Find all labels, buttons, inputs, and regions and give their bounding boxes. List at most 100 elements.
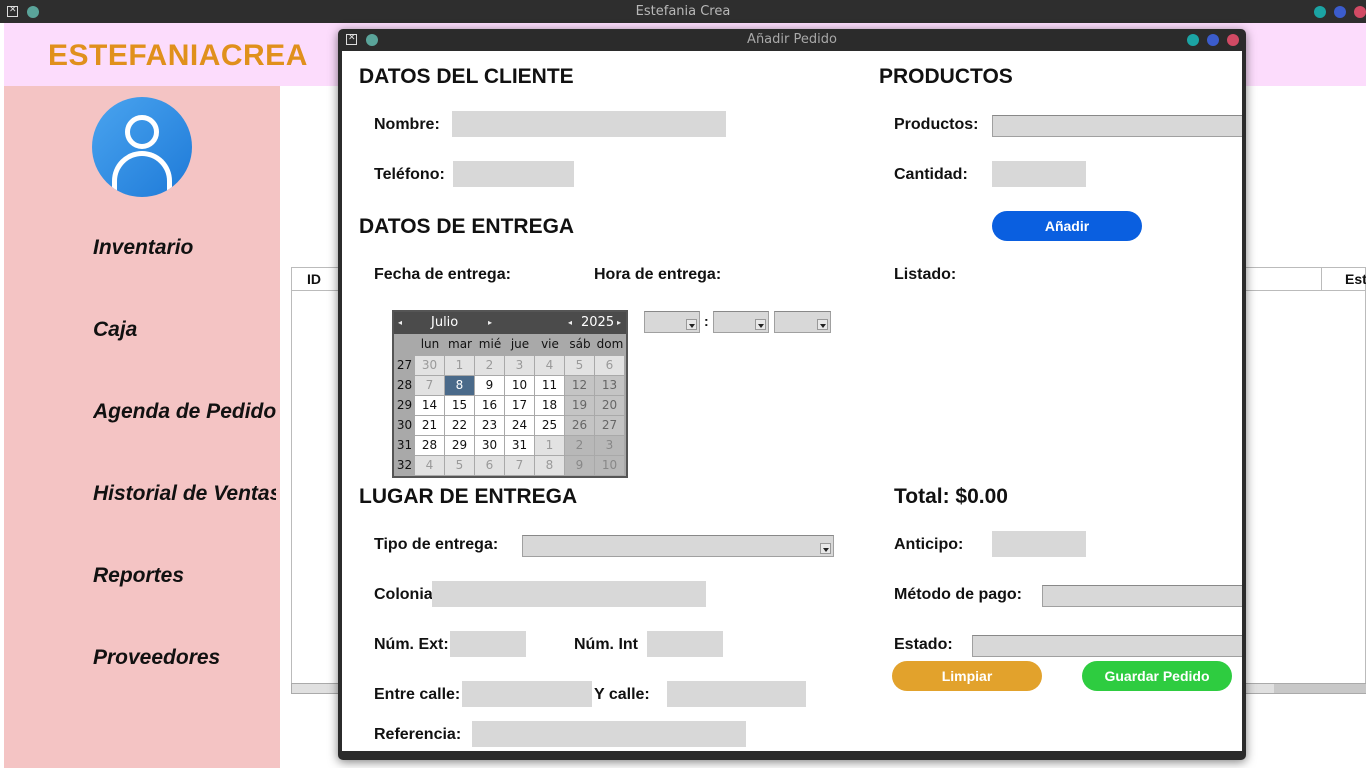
entre-calle-label: Entre calle: xyxy=(374,686,461,703)
dialog-maximize-icon[interactable] xyxy=(1207,34,1219,46)
window-close-dot-icon[interactable] xyxy=(1354,6,1366,18)
calendar-day[interactable]: 30 xyxy=(415,356,444,375)
entre-calle-input[interactable] xyxy=(462,681,592,707)
calendar-day[interactable]: 2 xyxy=(475,356,504,375)
calendar-day[interactable]: 10 xyxy=(505,376,534,395)
prev-year-icon[interactable]: ◂ xyxy=(568,318,572,327)
calendar-day[interactable]: 5 xyxy=(565,356,594,375)
next-month-icon[interactable]: ▸ xyxy=(488,318,492,327)
nav-caja[interactable]: Caja xyxy=(93,318,276,342)
calendar-day[interactable]: 1 xyxy=(535,436,564,455)
table-header-id[interactable]: ID xyxy=(307,271,321,287)
metodo-pago-label: Método de pago: xyxy=(894,586,1022,603)
calendar-day[interactable]: 13 xyxy=(595,376,624,395)
calendar-day[interactable]: 3 xyxy=(505,356,534,375)
nombre-input[interactable] xyxy=(452,111,726,137)
dialog-minimize-icon[interactable] xyxy=(1187,34,1199,46)
calendar-day[interactable]: 29 xyxy=(445,436,474,455)
calendar-day[interactable]: 26 xyxy=(565,416,594,435)
calendar-day[interactable]: 14 xyxy=(415,396,444,415)
calendar-day[interactable]: 19 xyxy=(565,396,594,415)
calendar-day[interactable]: 18 xyxy=(535,396,564,415)
window-minimize-icon[interactable] xyxy=(1314,6,1326,18)
calendar-day[interactable]: 7 xyxy=(415,376,444,395)
listado-label: Listado: xyxy=(894,266,957,283)
y-calle-input[interactable] xyxy=(667,681,806,707)
calendar-day[interactable]: 6 xyxy=(595,356,624,375)
calendar-day[interactable]: 7 xyxy=(505,456,534,475)
referencia-label: Referencia: xyxy=(374,726,462,743)
telefono-input[interactable] xyxy=(453,161,574,187)
telefono-label: Teléfono: xyxy=(374,166,445,183)
calendar-day[interactable]: 30 xyxy=(475,436,504,455)
dialog-content: DATOS DEL CLIENTE Nombre: Teléfono: DATO… xyxy=(342,51,1242,751)
calendar-day[interactable]: 22 xyxy=(445,416,474,435)
cantidad-input[interactable] xyxy=(992,161,1086,187)
colonia-input[interactable] xyxy=(432,581,706,607)
colonia-label: Colonia xyxy=(374,586,433,603)
minuto-combo[interactable] xyxy=(713,311,769,333)
calendar-day[interactable]: 10 xyxy=(595,456,624,475)
calendar-day[interactable]: 6 xyxy=(475,456,504,475)
hora-separator: : xyxy=(704,313,709,329)
num-ext-input[interactable] xyxy=(450,631,526,657)
window-maximize-icon[interactable] xyxy=(1334,6,1346,18)
calendar-day[interactable]: 31 xyxy=(505,436,534,455)
num-int-input[interactable] xyxy=(647,631,723,657)
prev-month-icon[interactable]: ◂ xyxy=(398,318,402,327)
section-productos: PRODUCTOS xyxy=(879,65,1013,88)
dialog-title: Añadir Pedido xyxy=(747,32,837,47)
hora-combo[interactable] xyxy=(644,311,700,333)
calendar-day[interactable]: 25 xyxy=(535,416,564,435)
calendar-day[interactable]: 21 xyxy=(415,416,444,435)
nav-reportes[interactable]: Reportes xyxy=(93,564,276,588)
calendar-day[interactable]: 12 xyxy=(565,376,594,395)
nav-agenda-pedidos[interactable]: Agenda de Pedidos xyxy=(93,400,276,424)
chevron-down-icon xyxy=(755,319,766,330)
guardar-pedido-button[interactable]: Guardar Pedido xyxy=(1082,661,1232,691)
calendar-day[interactable]: 4 xyxy=(415,456,444,475)
num-int-label: Núm. Int xyxy=(574,636,638,653)
calendar-day[interactable]: 3 xyxy=(595,436,624,455)
next-year-icon[interactable]: ▸ xyxy=(617,318,621,327)
calendar-day[interactable]: 28 xyxy=(415,436,444,455)
calendar-day[interactable]: 17 xyxy=(505,396,534,415)
calendar-day[interactable]: 5 xyxy=(445,456,474,475)
calendar-week-number: 30 xyxy=(396,418,413,432)
calendar-day[interactable]: 9 xyxy=(475,376,504,395)
date-calendar[interactable]: ◂ Julio ▸ ◂ 2025 ▸ lun mar mié jue vie sáb dom… xyxy=(392,310,628,478)
table-header-estado[interactable]: Est xyxy=(1345,271,1366,287)
calendar-day[interactable]: 27 xyxy=(595,416,624,435)
referencia-input[interactable] xyxy=(472,721,746,747)
calendar-day[interactable]: 23 xyxy=(475,416,504,435)
ampm-combo[interactable] xyxy=(774,311,831,333)
calendar-day[interactable]: 8 xyxy=(445,376,474,395)
anticipo-input[interactable] xyxy=(992,531,1086,557)
calendar-day[interactable]: 15 xyxy=(445,396,474,415)
calendar-day[interactable]: 2 xyxy=(565,436,594,455)
calendar-day[interactable]: 20 xyxy=(595,396,624,415)
calendar-week-number: 28 xyxy=(396,378,413,392)
calendar-day[interactable]: 11 xyxy=(535,376,564,395)
nav-inventario[interactable]: Inventario xyxy=(93,236,276,260)
dialog-close-icon[interactable] xyxy=(1227,34,1239,46)
limpiar-button[interactable]: Limpiar xyxy=(892,661,1042,691)
estado-combo[interactable] xyxy=(972,635,1242,657)
productos-combo[interactable] xyxy=(992,115,1242,137)
tipo-entrega-combo[interactable] xyxy=(522,535,834,557)
calendar-header: ◂ Julio ▸ ◂ 2025 ▸ xyxy=(394,312,626,334)
nav-proveedores[interactable]: Proveedores xyxy=(93,646,276,670)
calendar-day[interactable]: 16 xyxy=(475,396,504,415)
nav-historial-ventas[interactable]: Historial de Ventas xyxy=(93,482,276,506)
calendar-dow: jue xyxy=(510,337,530,351)
calendar-day[interactable]: 24 xyxy=(505,416,534,435)
calendar-day[interactable]: 8 xyxy=(535,456,564,475)
calendar-day[interactable]: 4 xyxy=(535,356,564,375)
calendar-day[interactable]: 1 xyxy=(445,356,474,375)
y-calle-label: Y calle: xyxy=(594,686,650,703)
metodo-pago-combo[interactable] xyxy=(1042,585,1242,607)
calendar-day[interactable]: 9 xyxy=(565,456,594,475)
anadir-button[interactable]: Añadir xyxy=(992,211,1142,241)
calendar-dow: mié xyxy=(478,337,502,351)
section-datos-entrega: DATOS DE ENTREGA xyxy=(359,215,575,238)
